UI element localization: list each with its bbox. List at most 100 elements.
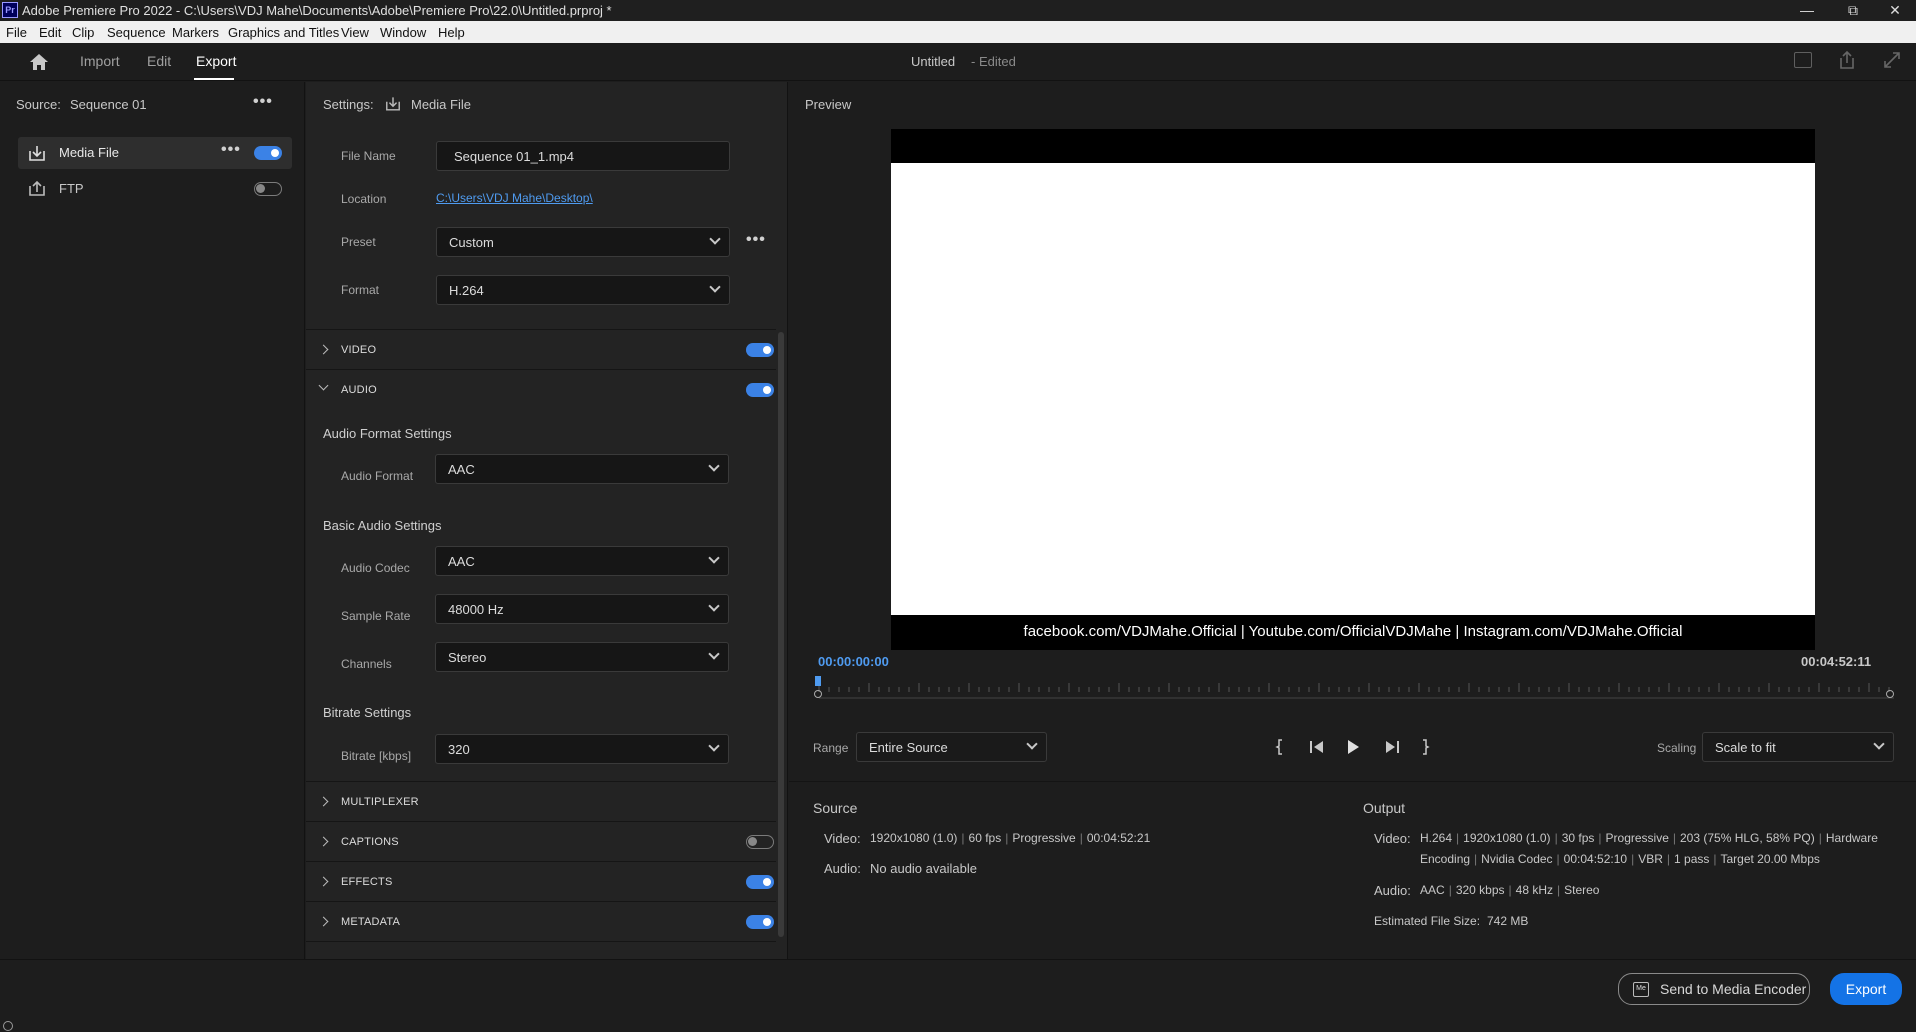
range-dropdown[interactable]: Entire Source — [856, 732, 1047, 762]
quick-export-icon[interactable] — [1794, 52, 1812, 68]
multiplexer-section-header[interactable]: MULTIPLEXER — [306, 782, 776, 821]
media-file-toggle[interactable] — [254, 146, 282, 160]
step-forward-icon[interactable] — [1381, 739, 1401, 755]
source-audio-value: No audio available — [870, 861, 977, 876]
minimize-icon[interactable]: — — [1784, 0, 1830, 21]
send-to-media-encoder-button[interactable]: Me Send to Media Encoder — [1618, 973, 1810, 1005]
output-audio-channels: Stereo — [1564, 883, 1600, 897]
output-video-line1: H.264 | 1920x1080 (1.0) | 30 fps | Progressive… — [1420, 831, 1878, 845]
home-icon[interactable] — [28, 52, 50, 72]
channels-dropdown[interactable]: Stereo — [435, 642, 729, 672]
project-title: Untitled — [911, 54, 956, 69]
multiplexer-section-label: MULTIPLEXER — [341, 796, 419, 808]
menu-clip[interactable]: Clip — [72, 25, 94, 40]
menu-window[interactable]: Window — [380, 25, 426, 40]
location-label: Location — [341, 192, 387, 206]
source-duration: 00:04:52:21 — [1086, 831, 1151, 845]
active-tab-indicator — [194, 78, 234, 80]
sample-rate-dropdown[interactable]: 48000 Hz — [435, 594, 729, 624]
settings-scrollbar[interactable] — [778, 332, 784, 937]
timecode-current[interactable]: 00:00:00:00 — [818, 654, 889, 669]
video-section-header[interactable]: VIDEO — [306, 330, 776, 368]
step-back-icon[interactable] — [1308, 739, 1328, 755]
captions-section-header[interactable]: CAPTIONS — [306, 822, 776, 861]
menu-graphics-and-titles[interactable]: Graphics and Titles — [228, 25, 339, 40]
audio-section-header[interactable]: AUDIO — [306, 370, 776, 408]
premiere-app-icon: Pr — [2, 2, 18, 18]
workspace-header: Import Edit Export Untitled - Edited — [0, 43, 1916, 81]
playhead[interactable] — [815, 676, 821, 686]
menu-file[interactable]: File — [6, 25, 27, 40]
format-dropdown[interactable]: H.264 — [436, 275, 730, 305]
destination-media-file[interactable]: Media File ••• — [18, 137, 292, 169]
bitrate-dropdown[interactable]: 320 — [435, 734, 729, 764]
channels-label: Channels — [341, 657, 392, 671]
video-toggle[interactable] — [746, 343, 774, 357]
close-icon[interactable]: ✕ — [1872, 0, 1916, 21]
preset-dropdown[interactable]: Custom — [436, 227, 730, 257]
output-video-label: Video: — [1374, 831, 1411, 846]
tab-import[interactable]: Import — [80, 53, 120, 69]
output-hardware: Hardware — [1825, 831, 1878, 845]
destinations-panel: Source: Sequence 01 ••• Media File ••• F… — [0, 82, 305, 959]
destination-ftp-label: FTP — [59, 181, 84, 196]
export-button[interactable]: Export — [1830, 973, 1902, 1005]
status-bar — [0, 1019, 1916, 1032]
share-icon[interactable] — [1838, 50, 1856, 70]
bitrate-settings-heading: Bitrate Settings — [323, 705, 412, 720]
chevron-down-icon — [1026, 738, 1038, 750]
source-value[interactable]: Sequence 01 — [70, 97, 147, 112]
scaling-dropdown[interactable]: Scale to fit — [1702, 732, 1894, 762]
preset-label: Preset — [341, 235, 376, 249]
location-link[interactable]: C:\Users\VDJ Mahe\Desktop\ — [436, 191, 593, 205]
destination-media-file-label: Media File — [59, 145, 119, 160]
fullscreen-icon[interactable] — [1883, 51, 1901, 69]
menu-help[interactable]: Help — [438, 25, 465, 40]
divider — [789, 781, 1916, 782]
chevron-down-icon — [708, 740, 720, 752]
effects-section-header[interactable]: EFFECTS — [306, 862, 776, 901]
format-label: Format — [341, 283, 380, 297]
play-icon[interactable] — [1345, 738, 1361, 756]
menu-edit[interactable]: Edit — [39, 25, 61, 40]
chevron-right-icon — [318, 916, 329, 927]
chevron-right-icon — [318, 836, 329, 847]
file-name-label: File Name — [341, 149, 396, 163]
effects-toggle[interactable] — [746, 875, 774, 889]
output-audio-samplerate: 48 kHz — [1515, 883, 1553, 897]
mark-in-icon[interactable] — [1274, 738, 1286, 756]
source-framerate: 60 fps — [968, 831, 1002, 845]
destination-ftp[interactable]: FTP — [18, 173, 292, 205]
preset-more-icon[interactable]: ••• — [746, 231, 766, 249]
audio-format-value: AAC — [448, 462, 475, 477]
title-bar: Pr Adobe Premiere Pro 2022 - C:\Users\VD… — [0, 0, 1916, 21]
media-encoder-icon: Me — [1633, 982, 1649, 997]
restore-icon[interactable]: ⧉ — [1830, 0, 1876, 21]
ftp-upload-icon — [28, 180, 46, 197]
media-file-more-icon[interactable]: ••• — [221, 141, 241, 159]
output-hdr: 203 (75% HLG, 58% PQ) — [1680, 831, 1815, 845]
tab-export[interactable]: Export — [196, 53, 236, 69]
captions-toggle[interactable] — [746, 835, 774, 849]
menu-sequence[interactable]: Sequence — [107, 25, 166, 40]
scaling-value: Scale to fit — [1715, 740, 1776, 755]
basic-audio-settings-heading: Basic Audio Settings — [323, 518, 442, 533]
out-point-handle[interactable] — [1886, 690, 1894, 698]
tab-edit[interactable]: Edit — [147, 53, 171, 69]
metadata-toggle[interactable] — [746, 915, 774, 929]
metadata-section-header[interactable]: METADATA — [306, 902, 776, 941]
timeline-ruler[interactable] — [815, 675, 1900, 701]
audio-format-dropdown[interactable]: AAC — [435, 454, 729, 484]
mark-out-icon[interactable] — [1419, 738, 1431, 756]
menu-markers[interactable]: Markers — [172, 25, 219, 40]
output-encoding: Encoding — [1420, 852, 1471, 866]
audio-toggle[interactable] — [746, 383, 774, 397]
in-point-handle[interactable] — [814, 690, 822, 698]
ftp-toggle[interactable] — [254, 182, 282, 196]
audio-codec-dropdown[interactable]: AAC — [435, 546, 729, 576]
output-framerate: 30 fps — [1561, 831, 1595, 845]
source-more-icon[interactable]: ••• — [253, 93, 273, 111]
chevron-down-icon — [709, 281, 721, 293]
menu-view[interactable]: View — [341, 25, 369, 40]
file-name-input[interactable]: Sequence 01_1.mp4 — [436, 141, 730, 171]
